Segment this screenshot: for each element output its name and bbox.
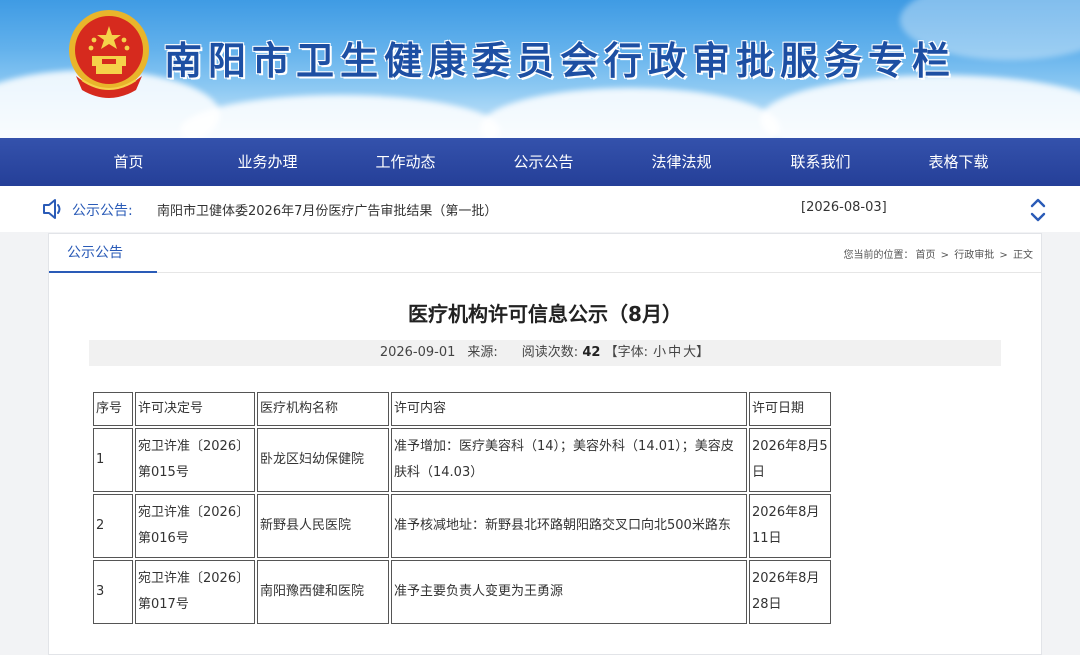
breadcrumb-separator: > [940,250,950,261]
read-count: 42 [582,345,601,360]
table-header-row: 序号 许可决定号 医疗机构名称 许可内容 许可日期 [93,392,831,426]
header-cell-institution: 医疗机构名称 [257,392,389,426]
speaker-icon [43,199,61,219]
font-size-label: 【字体: [604,345,648,360]
nav-item-forms[interactable]: 表格下载 [889,138,1028,186]
site-title: 南阳市卫生健康委员会行政审批服务专栏 [164,38,957,83]
header-cell-content: 许可内容 [391,392,747,426]
nav-item-news[interactable]: 工作动态 [336,138,475,186]
cell-date: 2026年8月28日 [749,560,831,624]
breadcrumb-home[interactable]: 首页 [915,250,935,261]
notice-headline-link[interactable]: 南阳市卫健体委2026年7月份医疗广告审批结果（第一批） [157,200,497,219]
font-size-small-button[interactable]: 小 [653,345,666,360]
cell-decision-no: 宛卫许准〔2026〕第015号 [135,428,255,492]
cell-institution: 新野县人民医院 [257,494,389,558]
cell-index: 1 [93,428,133,492]
notice-ticker: 公示公告: 南阳市卫健体委2026年7月份医疗广告审批结果（第一批） [2026… [0,186,1080,232]
read-count-label: 阅读次数: [521,345,579,360]
up-down-chevron-icon[interactable] [1028,196,1048,224]
table-row: 1 宛卫许准〔2026〕第015号 卧龙区妇幼保健院 准予增加：医疗美容科（14… [93,428,831,492]
cell-decision-no: 宛卫许准〔2026〕第016号 [135,494,255,558]
banner-cloud [480,88,780,138]
site-banner: 南阳市卫生健康委员会行政审批服务专栏 [0,0,1080,138]
nav-item-business[interactable]: 业务办理 [198,138,337,186]
panel-header: 公示公告 您当前的位置： 首页 > 行政审批 > 正文 [49,234,1041,273]
table-row: 2 宛卫许准〔2026〕第016号 新野县人民医院 准予核减地址：新野县北环路朝… [93,494,831,558]
cell-content: 准予核减地址：新野县北环路朝阳路交叉口向北500米路东 [391,494,747,558]
cell-decision-no: 宛卫许准〔2026〕第017号 [135,560,255,624]
license-table: 序号 许可决定号 医疗机构名称 许可内容 许可日期 1 宛卫许准〔2026〕第0… [91,390,833,626]
main-nav: 首页 业务办理 工作动态 公示公告 法律法规 联系我们 表格下载 [0,138,1080,186]
breadcrumb-current: 正文 [1013,250,1033,261]
cell-index: 3 [93,560,133,624]
source-label: 来源: [467,345,498,360]
font-size-medium-button[interactable]: 中 [668,345,681,360]
nav-item-notices[interactable]: 公示公告 [474,138,613,186]
cell-date: 2026年8月5日 [749,428,831,492]
cell-index: 2 [93,494,133,558]
nav-item-contact[interactable]: 联系我们 [751,138,890,186]
breadcrumb-approval[interactable]: 行政审批 [954,250,994,261]
cell-date: 2026年8月11日 [749,494,831,558]
notice-date: [2026-08-03] [801,200,887,215]
content-panel: 公示公告 您当前的位置： 首页 > 行政审批 > 正文 医疗机构许可信息公示（8月… [48,233,1042,655]
panel-tab-notices[interactable]: 公示公告 [49,234,157,273]
article-title: 医疗机构许可信息公示（8月） [408,302,682,326]
cell-content: 准予增加：医疗美容科（14）；美容外科（14.01）；美容皮肤科（14.03） [391,428,747,492]
header-cell-decision: 许可决定号 [135,392,255,426]
notice-label: 公示公告: [72,203,133,219]
cell-content: 准予主要负责人变更为王勇源 [391,560,747,624]
font-size-large-button[interactable]: 大】 [683,345,709,360]
nav-item-laws[interactable]: 法律法规 [612,138,751,186]
national-emblem-icon [69,10,149,98]
breadcrumb-prefix: 您当前的位置： [843,250,914,261]
article-meta: 2026-09-01 来源: 阅读次数: 42 【字体: 小中大】 [89,340,1001,366]
table-row: 3 宛卫许准〔2026〕第017号 南阳豫西健和医院 准予主要负责人变更为王勇源… [93,560,831,624]
banner-cloud [180,95,500,138]
header-cell-date: 许可日期 [749,392,831,426]
article-date: 2026-09-01 [379,345,456,360]
header-cell-index: 序号 [93,392,133,426]
cell-institution: 卧龙区妇幼保健院 [257,428,389,492]
cell-institution: 南阳豫西健和医院 [257,560,389,624]
breadcrumb-separator: > [999,250,1008,261]
breadcrumb: 您当前的位置： 首页 > 行政审批 > 正文 [841,246,1033,261]
nav-item-home[interactable]: 首页 [59,138,198,186]
